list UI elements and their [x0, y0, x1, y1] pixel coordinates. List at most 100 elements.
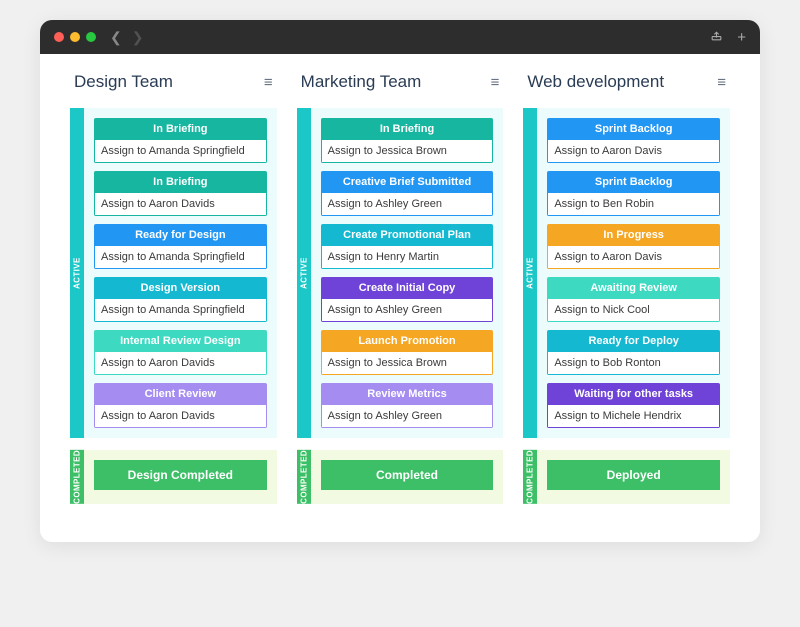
task-card-assignee: Assign to Aaron Davis	[547, 246, 720, 269]
active-tab[interactable]: ACTIVE	[297, 108, 311, 438]
active-section: ACTIVESprint BacklogAssign to Aaron Davi…	[523, 108, 730, 438]
task-card-title: In Briefing	[321, 118, 494, 140]
task-card-assignee: Assign to Aaron Davids	[94, 405, 267, 428]
task-card[interactable]: Internal Review DesignAssign to Aaron Da…	[94, 330, 267, 375]
task-card[interactable]: In ProgressAssign to Aaron Davis	[547, 224, 720, 269]
column-header: Marketing Team ≡	[297, 72, 504, 108]
task-card[interactable]: Ready for DesignAssign to Amanda Springf…	[94, 224, 267, 269]
completed-body: Completed	[311, 450, 504, 504]
task-card-title: Create Initial Copy	[321, 277, 494, 299]
task-card-title: Ready for Deploy	[547, 330, 720, 352]
column-title: Marketing Team	[301, 72, 422, 92]
minimize-icon[interactable]	[70, 32, 80, 42]
task-card-title: Sprint Backlog	[547, 118, 720, 140]
task-card-assignee: Assign to Aaron Davids	[94, 193, 267, 216]
titlebar-left: ❮ ❯	[54, 29, 143, 46]
task-card-title: Ready for Design	[94, 224, 267, 246]
nav-arrows: ❮ ❯	[110, 29, 143, 46]
close-icon[interactable]	[54, 32, 64, 42]
column-title: Web development	[527, 72, 664, 92]
forward-button[interactable]: ❯	[132, 29, 144, 46]
task-card-title: In Briefing	[94, 171, 267, 193]
task-card[interactable]: Launch PromotionAssign to Jessica Brown	[321, 330, 494, 375]
task-card[interactable]: Awaiting ReviewAssign to Nick Cool	[547, 277, 720, 322]
column-menu-icon[interactable]: ≡	[264, 74, 273, 91]
task-card-assignee: Assign to Ben Robin	[547, 193, 720, 216]
task-card-title: Launch Promotion	[321, 330, 494, 352]
column-header: Design Team ≡	[70, 72, 277, 108]
active-body: In BriefingAssign to Jessica BrownCreati…	[311, 108, 504, 438]
active-body: Sprint BacklogAssign to Aaron DavisSprin…	[537, 108, 730, 438]
task-card[interactable]: In BriefingAssign to Amanda Springfield	[94, 118, 267, 163]
task-card[interactable]: Ready for DeployAssign to Bob Ronton	[547, 330, 720, 375]
active-tab[interactable]: ACTIVE	[70, 108, 84, 438]
column-menu-icon[interactable]: ≡	[717, 74, 726, 91]
board-column: Marketing Team≡ACTIVEIn BriefingAssign t…	[297, 72, 504, 516]
active-section: ACTIVEIn BriefingAssign to Jessica Brown…	[297, 108, 504, 438]
task-card[interactable]: Sprint BacklogAssign to Aaron Davis	[547, 118, 720, 163]
task-card-assignee: Assign to Bob Ronton	[547, 352, 720, 375]
task-card[interactable]: Creative Brief SubmittedAssign to Ashley…	[321, 171, 494, 216]
task-card-assignee: Assign to Amanda Springfield	[94, 246, 267, 269]
task-card-title: Creative Brief Submitted	[321, 171, 494, 193]
active-body: In BriefingAssign to Amanda SpringfieldI…	[84, 108, 277, 438]
maximize-icon[interactable]	[86, 32, 96, 42]
task-card-assignee: Assign to Jessica Brown	[321, 352, 494, 375]
task-card[interactable]: Waiting for other tasksAssign to Michele…	[547, 383, 720, 428]
task-card-title: In Progress	[547, 224, 720, 246]
board-column: Design Team≡ACTIVEIn BriefingAssign to A…	[70, 72, 277, 516]
task-card-assignee: Assign to Amanda Springfield	[94, 140, 267, 163]
completed-section: COMPLETED Design Completed	[70, 450, 277, 504]
task-card-assignee: Assign to Aaron Davids	[94, 352, 267, 375]
task-card-assignee: Assign to Ashley Green	[321, 299, 494, 322]
task-card[interactable]: Review MetricsAssign to Ashley Green	[321, 383, 494, 428]
completed-body: Design Completed	[84, 450, 277, 504]
column-header: Web development ≡	[523, 72, 730, 108]
titlebar-right: +	[710, 29, 746, 46]
share-icon[interactable]	[710, 29, 723, 46]
board: Design Team≡ACTIVEIn BriefingAssign to A…	[40, 54, 760, 542]
active-section: ACTIVEIn BriefingAssign to Amanda Spring…	[70, 108, 277, 438]
task-card-title: Client Review	[94, 383, 267, 405]
task-card[interactable]: Design VersionAssign to Amanda Springfie…	[94, 277, 267, 322]
task-card-title: Create Promotional Plan	[321, 224, 494, 246]
task-card-title: In Briefing	[94, 118, 267, 140]
task-card-assignee: Assign to Henry Martin	[321, 246, 494, 269]
completed-tab[interactable]: COMPLETED	[523, 450, 537, 504]
task-card-assignee: Assign to Ashley Green	[321, 405, 494, 428]
completed-card[interactable]: Deployed	[547, 460, 720, 490]
completed-body: Deployed	[537, 450, 730, 504]
completed-tab[interactable]: COMPLETED	[297, 450, 311, 504]
completed-tab[interactable]: COMPLETED	[70, 450, 84, 504]
active-tab[interactable]: ACTIVE	[523, 108, 537, 438]
task-card-assignee: Assign to Michele Hendrix	[547, 405, 720, 428]
task-card[interactable]: Sprint BacklogAssign to Ben Robin	[547, 171, 720, 216]
new-tab-button[interactable]: +	[737, 29, 746, 46]
task-card-title: Awaiting Review	[547, 277, 720, 299]
task-card-assignee: Assign to Aaron Davis	[547, 140, 720, 163]
task-card[interactable]: In BriefingAssign to Jessica Brown	[321, 118, 494, 163]
task-card-assignee: Assign to Ashley Green	[321, 193, 494, 216]
board-column: Web development≡ACTIVESprint BacklogAssi…	[523, 72, 730, 516]
completed-section: COMPLETED Deployed	[523, 450, 730, 504]
task-card[interactable]: Create Initial CopyAssign to Ashley Gree…	[321, 277, 494, 322]
task-card-assignee: Assign to Nick Cool	[547, 299, 720, 322]
titlebar: ❮ ❯ +	[40, 20, 760, 54]
task-card-title: Waiting for other tasks	[547, 383, 720, 405]
task-card[interactable]: In BriefingAssign to Aaron Davids	[94, 171, 267, 216]
task-card[interactable]: Client ReviewAssign to Aaron Davids	[94, 383, 267, 428]
task-card-assignee: Assign to Jessica Brown	[321, 140, 494, 163]
window-controls	[54, 32, 96, 42]
app-window: ❮ ❯ + Design Team≡ACTIVEIn BriefingAssig…	[40, 20, 760, 542]
task-card-title: Design Version	[94, 277, 267, 299]
task-card-title: Internal Review Design	[94, 330, 267, 352]
task-card-title: Review Metrics	[321, 383, 494, 405]
completed-section: COMPLETED Completed	[297, 450, 504, 504]
column-menu-icon[interactable]: ≡	[491, 74, 500, 91]
completed-card[interactable]: Completed	[321, 460, 494, 490]
task-card-assignee: Assign to Amanda Springfield	[94, 299, 267, 322]
completed-card[interactable]: Design Completed	[94, 460, 267, 490]
task-card[interactable]: Create Promotional PlanAssign to Henry M…	[321, 224, 494, 269]
back-button[interactable]: ❮	[110, 29, 122, 46]
column-title: Design Team	[74, 72, 173, 92]
